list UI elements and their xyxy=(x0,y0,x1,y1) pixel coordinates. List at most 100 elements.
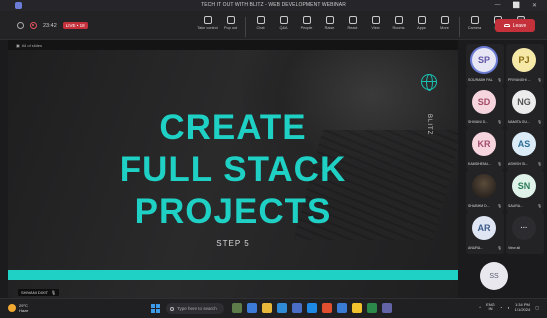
take-control-icon xyxy=(203,16,212,24)
file-explorer-icon[interactable] xyxy=(262,303,272,313)
weather-widget[interactable]: 29°C Haze xyxy=(8,303,28,313)
participant-name: SOURABH PAL 🎙 xyxy=(468,78,502,82)
window-title: TECH IT OUT WITH BLITZ - WEB DEVELOPMENT… xyxy=(201,2,346,8)
avatar: SP xyxy=(472,48,496,72)
weather-desc: Haze xyxy=(19,308,29,313)
clock-date: 1/1/2024 xyxy=(514,307,531,312)
app-icon[interactable] xyxy=(337,303,347,313)
leave-label: Leave xyxy=(512,22,527,29)
raise-hand-button[interactable]: Raise xyxy=(318,16,341,37)
participant-tile[interactable]: SHUBHM D... 🎙 xyxy=(466,170,504,212)
participant-tile[interactable]: SP SOURABH PAL 🎙 xyxy=(466,44,504,86)
participant-name-text: SAURA... xyxy=(508,204,523,208)
notification-icon[interactable]: ▢ xyxy=(535,305,539,310)
maximize-button[interactable]: ⬜ xyxy=(512,2,519,9)
chrome-icon[interactable] xyxy=(352,303,362,313)
people-button[interactable]: People xyxy=(295,16,318,37)
chat-button[interactable]: Chat xyxy=(249,16,272,37)
meeting-status: 23:42 LIVE • 18 xyxy=(17,22,88,29)
mic-off-icon: 🎙 xyxy=(537,162,542,166)
pop-out-button[interactable]: Pop out xyxy=(219,16,242,37)
app-icon[interactable] xyxy=(367,303,377,313)
slide-heading-line-3: PROJECTS xyxy=(134,192,332,231)
avatar: AR xyxy=(472,216,496,240)
participant-name-text: SHUBHM D... xyxy=(468,204,490,208)
slide-heading-line-2: FULL STACK xyxy=(119,150,347,189)
app-icon[interactable] xyxy=(292,303,302,313)
sun-icon xyxy=(8,304,16,312)
pop-out-icon xyxy=(226,16,235,24)
windows-start-button[interactable] xyxy=(151,304,160,313)
volume-icon[interactable]: ◖ xyxy=(507,305,509,310)
mic-icon: 🎙 xyxy=(51,290,57,295)
participant-tile[interactable]: SN SAURA... 🎙 xyxy=(506,170,544,212)
phone-hangup-icon xyxy=(503,24,510,27)
app-icon[interactable] xyxy=(277,303,287,313)
clock[interactable]: 1:34 PM 1/1/2024 xyxy=(515,302,531,312)
mic-off-icon: 🎙 xyxy=(497,204,502,208)
participant-name: View all xyxy=(508,246,542,250)
avatar: SD xyxy=(472,90,496,114)
qa-button[interactable]: Q&A xyxy=(272,16,295,37)
presentation-slide: BLITZ CREATE FULL STACK PROJECTS STEP 5 xyxy=(8,50,458,298)
participant-tile[interactable]: NG NAMITA GU... 🎙 xyxy=(506,86,544,128)
participant-name: ANURA... 🎙 xyxy=(468,246,502,250)
ellipsis-icon xyxy=(440,16,449,24)
people-icon xyxy=(302,16,311,24)
participant-name-text: ANURA... xyxy=(468,246,484,250)
take-control-button[interactable]: Take control xyxy=(196,16,219,37)
camera-button[interactable]: Camera xyxy=(463,16,486,37)
mic-off-icon: 🎙 xyxy=(497,120,502,124)
participant-name: SAURA... 🎙 xyxy=(508,204,542,208)
edge-icon[interactable] xyxy=(307,303,317,313)
presenter-name-tag: SHIVANI DIXIT 🎙 xyxy=(18,289,60,296)
participant-name: NAMITA GU... 🎙 xyxy=(508,120,542,124)
more-button[interactable]: More xyxy=(433,16,456,37)
participant-name-text: SHIVANI D... xyxy=(468,120,489,124)
weather-text: 29°C Haze xyxy=(19,303,28,313)
self-view-avatar[interactable]: SS xyxy=(480,262,508,290)
participant-name: SHUBHM D... 🎙 xyxy=(468,204,502,208)
participant-tile[interactable]: SD SHIVANI D... 🎙 xyxy=(466,86,504,128)
recording-icon xyxy=(30,22,37,29)
close-window-button[interactable]: ✕ xyxy=(532,2,537,9)
react-button[interactable]: React xyxy=(341,16,364,37)
qa-icon xyxy=(279,16,288,24)
app-icon[interactable] xyxy=(247,303,257,313)
slide-heading-line-1: CREATE xyxy=(159,108,307,147)
participant-tile[interactable]: AR ANURA... 🎙 xyxy=(466,212,504,254)
participant-name-text: PRIYANSHI ... xyxy=(508,78,531,82)
participant-tile[interactable]: AS ASHISH SI... 🎙 xyxy=(506,128,544,170)
wifi-icon[interactable]: ◔ xyxy=(500,305,502,310)
shield-icon xyxy=(17,22,24,29)
taskbar-search[interactable]: Type here to search xyxy=(166,303,224,314)
mic-off-icon: 🎙 xyxy=(497,246,502,250)
view-button[interactable]: View xyxy=(364,16,387,37)
participant-name: SHIVANI D... 🎙 xyxy=(468,120,502,124)
hand-icon xyxy=(325,16,334,24)
mic-off-icon: 🎙 xyxy=(497,162,502,166)
slide-step-label: STEP 5 xyxy=(216,239,250,248)
participant-tile[interactable]: PJ PRIYANSHI ... 🎙 xyxy=(506,44,544,86)
rooms-button[interactable]: Rooms xyxy=(387,16,410,37)
teams-icon[interactable] xyxy=(382,303,392,313)
mic-off-icon: 🎙 xyxy=(537,120,542,124)
search-placeholder: Type here to search xyxy=(177,306,217,311)
app-icon[interactable] xyxy=(322,303,332,313)
apps-button[interactable]: Apps xyxy=(410,16,433,37)
leave-button[interactable]: Leave xyxy=(495,19,535,32)
window-controls: — ⬜ ✕ xyxy=(494,2,537,9)
status-badge: LIVE • 18 xyxy=(62,22,88,29)
minimize-button[interactable]: — xyxy=(494,2,500,9)
stage-top-label-text: All of slides xyxy=(21,43,43,48)
presenter-name: SHIVANI DIXIT xyxy=(21,290,49,295)
ellipsis-icon: ··· xyxy=(512,216,536,240)
participant-name-text: View all xyxy=(508,246,520,250)
language-indicator[interactable]: ENG IN xyxy=(486,303,495,311)
view-all-tile[interactable]: ··· View all xyxy=(506,212,544,254)
chevron-up-icon[interactable]: ^ xyxy=(479,305,481,310)
app-icon[interactable] xyxy=(232,303,242,313)
participant-tile[interactable]: KR KAMDHENU... 🎙 xyxy=(466,128,504,170)
windows-taskbar: 29°C Haze Type here to search ^ ENG IN ◔… xyxy=(0,298,547,318)
participant-name-text: ASHISH SI... xyxy=(508,162,529,166)
